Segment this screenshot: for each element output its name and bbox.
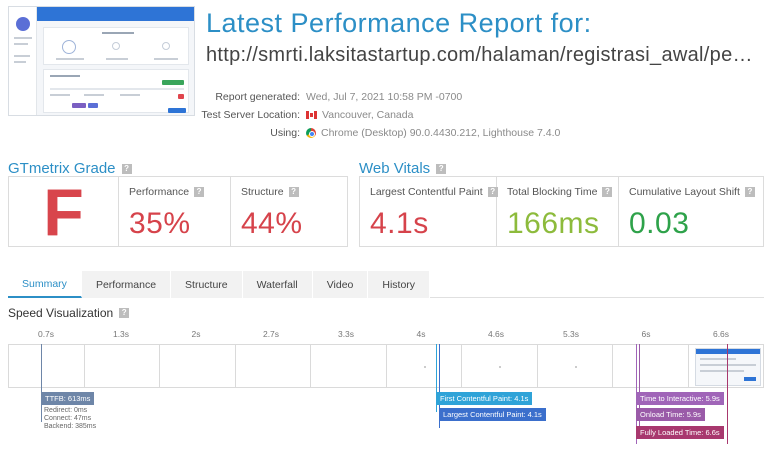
- ttfb-detail: Backend: 385ms: [44, 423, 97, 430]
- help-icon[interactable]: ?: [602, 187, 613, 197]
- speed-visualization-heading-text: Speed Visualization: [8, 306, 114, 320]
- filmstrip-frame: [160, 345, 236, 387]
- filmstrip-frame: [9, 345, 85, 387]
- ttfb-line: [41, 344, 42, 422]
- help-icon[interactable]: ?: [436, 163, 447, 174]
- speed-visualization-timeline: 0.7s 1.3s 2s 2.7s 3.3s 4s 4.6s 5.3s 6s 6…: [8, 324, 764, 454]
- report-generated-value: Wed, Jul 7, 2021 10:58 PM -0700: [306, 91, 463, 103]
- tab-structure[interactable]: Structure: [171, 271, 243, 298]
- tti-marker[interactable]: Time to Interactive: 5.9s: [636, 392, 724, 405]
- report-title: Latest Performance Report for:: [206, 8, 592, 38]
- lcp-cell: Largest Contentful Paint? 4.1s: [360, 177, 498, 246]
- lcp-value: 4.1s: [370, 207, 429, 240]
- timeline-tick: 2.7s: [262, 329, 280, 339]
- web-vitals-heading: Web Vitals ?: [359, 160, 447, 177]
- filmstrip-frame: [387, 345, 462, 387]
- cls-label: Cumulative Layout Shift: [629, 186, 740, 198]
- timeline-tick: 3.3s: [337, 329, 355, 339]
- timeline-tick: 6s: [641, 329, 651, 339]
- structure-label: Structure: [241, 186, 284, 198]
- help-icon[interactable]: ?: [119, 308, 130, 318]
- cls-cell: Cumulative Layout Shift? 0.03: [619, 177, 763, 246]
- thumbnail-avatar: [16, 17, 30, 31]
- performance-label: Performance: [129, 186, 190, 198]
- fully-loaded-marker[interactable]: Fully Loaded Time: 6.6s: [636, 426, 724, 439]
- help-icon[interactable]: ?: [288, 187, 299, 197]
- filmstrip-frame: [236, 345, 311, 387]
- tbt-value: 166ms: [507, 207, 600, 240]
- filmstrip-frame: [85, 345, 160, 387]
- filmstrip-frame: [538, 345, 613, 387]
- tbt-cell: Total Blocking Time? 166ms: [497, 177, 619, 246]
- timeline-tick: 0.7s: [37, 329, 55, 339]
- web-vitals-heading-text: Web Vitals: [359, 160, 431, 177]
- filmstrip-page-screenshot[interactable]: [695, 348, 761, 386]
- fcp-marker[interactable]: First Contentful Paint: 4.1s: [436, 392, 533, 405]
- help-icon[interactable]: ?: [121, 163, 132, 174]
- lcp-label: Largest Contentful Paint: [370, 186, 483, 198]
- filmstrip-frame: [689, 345, 764, 387]
- filmstrip-frame: [311, 345, 387, 387]
- timeline-tick: 6.6s: [712, 329, 730, 339]
- using-value: Chrome (Desktop) 90.0.4430.212, Lighthou…: [321, 127, 561, 139]
- grade-letter: F: [43, 174, 84, 249]
- report-tabs: Summary Performance Structure Waterfall …: [8, 271, 764, 298]
- location-value: Vancouver, Canada: [322, 109, 414, 121]
- lcp-marker[interactable]: Largest Contentful Paint: 4.1s: [439, 408, 546, 421]
- web-vitals-panel: Largest Contentful Paint? 4.1s Total Blo…: [359, 176, 764, 247]
- report-generated-label: Report generated:: [215, 91, 300, 103]
- filmstrip-frame: [462, 345, 538, 387]
- onload-marker[interactable]: Onload Time: 5.9s: [636, 408, 705, 421]
- ttfb-marker[interactable]: TTFB: 613ms: [41, 392, 95, 405]
- filmstrip-frame: [613, 345, 689, 387]
- fully-loaded-line: [727, 344, 728, 444]
- tab-performance[interactable]: Performance: [81, 271, 172, 298]
- tab-summary[interactable]: Summary: [8, 271, 82, 298]
- canada-flag-icon: [306, 111, 317, 119]
- tab-waterfall[interactable]: Waterfall: [242, 271, 313, 298]
- tbt-label: Total Blocking Time: [507, 186, 598, 198]
- page-screenshot-thumbnail: [8, 6, 195, 116]
- report-url[interactable]: http://smrti.laksitastartup.com/halaman/…: [206, 44, 762, 67]
- structure-score-cell: Structure? 44%: [231, 177, 347, 246]
- timeline-tick: 4s: [416, 329, 426, 339]
- location-label: Test Server Location:: [201, 109, 300, 121]
- cls-value: 0.03: [629, 207, 690, 240]
- timeline-tick: 1.3s: [112, 329, 130, 339]
- help-icon[interactable]: ?: [194, 187, 205, 197]
- grade-box: F: [9, 175, 119, 249]
- performance-value: 35%: [129, 207, 191, 240]
- structure-value: 44%: [241, 207, 303, 240]
- speed-visualization-heading: Speed Visualization ?: [8, 306, 130, 320]
- timeline-tick: 2s: [191, 329, 201, 339]
- help-icon[interactable]: ?: [744, 187, 755, 197]
- thumbnail-sidebar: [9, 7, 37, 115]
- timeline-tick: 5.3s: [562, 329, 580, 339]
- tab-history[interactable]: History: [368, 271, 431, 298]
- chrome-icon: [306, 128, 316, 138]
- report-meta: Report generated: Wed, Jul 7, 2021 10:58…: [180, 88, 560, 142]
- timeline-tick: 4.6s: [487, 329, 505, 339]
- grade-panel: F Performance? 35% Structure? 44%: [8, 175, 348, 249]
- filmstrip: [8, 344, 764, 388]
- performance-score-cell: Performance? 35%: [119, 177, 231, 246]
- tab-video[interactable]: Video: [312, 271, 369, 298]
- using-label: Using:: [270, 127, 300, 139]
